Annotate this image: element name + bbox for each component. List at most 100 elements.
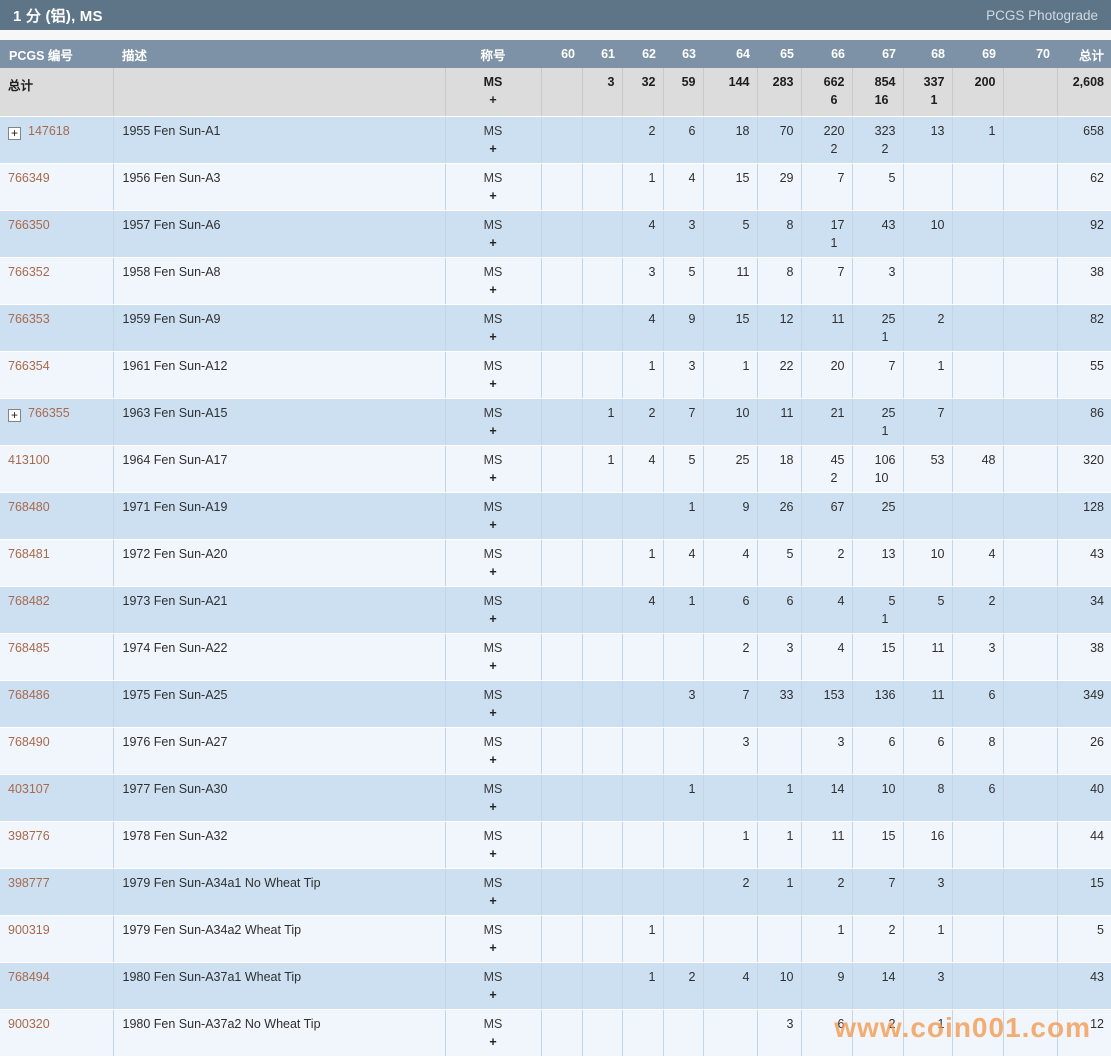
pcgs-number-link[interactable]: 403107 [8, 782, 50, 796]
grade-count: 136 [860, 688, 896, 702]
pcgs-number-link[interactable]: 900319 [8, 923, 50, 937]
designation-plus-label: + [453, 753, 534, 767]
pcgs-number-cell: 766349 [0, 163, 113, 210]
grade-64-cell: 1 [703, 821, 757, 868]
pcgs-number-link[interactable]: 768486 [8, 688, 50, 702]
grade-66-cell: 2 [801, 868, 852, 915]
grade-60-cell [541, 774, 582, 821]
grade-count: 4 [711, 970, 750, 984]
grade-count: 3 [960, 641, 996, 655]
grade-count: 3 [671, 218, 696, 232]
grade-64-cell: 4 [703, 962, 757, 1009]
col-header-description: 描述 [113, 40, 445, 68]
pcgs-number-link[interactable]: 768485 [8, 641, 50, 655]
grade-count: 7 [711, 688, 750, 702]
row-total-cell: 38 [1057, 257, 1111, 304]
grade-count: 14 [860, 970, 896, 984]
pcgs-number-link[interactable]: 766354 [8, 359, 50, 373]
grade-count: 6 [765, 594, 794, 608]
grade-65-cell: 8 [757, 257, 801, 304]
grade-70-cell [1003, 68, 1057, 116]
col-header-68: 68 [903, 40, 952, 68]
grade-67-cell: 13 [852, 539, 903, 586]
expand-icon[interactable]: + [8, 409, 21, 422]
grade-64-cell: 2 [703, 868, 757, 915]
grade-count: 21 [809, 406, 845, 420]
grade-count: 20 [809, 359, 845, 373]
grade-65-cell [757, 727, 801, 774]
grade-count: 2 [809, 547, 845, 561]
grade-60-cell [541, 915, 582, 962]
grade-68-cell: 1 [903, 1009, 952, 1056]
designation-cell: MS+ [445, 351, 541, 398]
coin-description: 1956 Fen Sun-A3 [113, 163, 445, 210]
grade-66-cell: 67 [801, 492, 852, 539]
grade-count: 7 [911, 406, 945, 420]
pcgs-number-link[interactable]: 147618 [28, 124, 70, 138]
coin-description: 1971 Fen Sun-A19 [113, 492, 445, 539]
designation-ms-label: MS [453, 406, 534, 420]
grade-count: 43 [860, 218, 896, 232]
designation-cell: MS+ [445, 962, 541, 1009]
designation-ms-label: MS [453, 124, 534, 138]
designation-plus-label: + [453, 330, 534, 344]
pcgs-number-link[interactable]: 768480 [8, 500, 50, 514]
grade-67-cell: 10610 [852, 445, 903, 492]
col-header-69: 69 [952, 40, 1003, 68]
designation-plus-label: + [453, 800, 534, 814]
pcgs-photograde-link[interactable]: PCGS Photograde [986, 8, 1098, 23]
pcgs-number-link[interactable]: 768482 [8, 594, 50, 608]
pcgs-number-link[interactable]: 768481 [8, 547, 50, 561]
grade-62-cell: 1 [622, 163, 663, 210]
grade-count: 13 [860, 547, 896, 561]
grade-66-cell: 171 [801, 210, 852, 257]
grade-61-cell [582, 304, 622, 351]
grade-62-cell: 1 [622, 351, 663, 398]
grade-63-cell [663, 868, 703, 915]
grade-60-cell [541, 680, 582, 727]
row-total-cell: 38 [1057, 633, 1111, 680]
grade-count: 8 [765, 218, 794, 232]
pcgs-number-cell: 398776 [0, 821, 113, 868]
pcgs-number-cell: 768485 [0, 633, 113, 680]
grade-65-cell: 6 [757, 586, 801, 633]
pcgs-number-link[interactable]: 398776 [8, 829, 50, 843]
grade-68-cell: 3 [903, 868, 952, 915]
grade-count: 6 [960, 688, 996, 702]
grade-65-cell: 5 [757, 539, 801, 586]
pcgs-number-link[interactable]: 766349 [8, 171, 50, 185]
grade-64-cell [703, 1009, 757, 1056]
designation-cell: MS+ [445, 210, 541, 257]
designation-plus-label: + [453, 706, 534, 720]
grade-62-cell [622, 633, 663, 680]
pcgs-number-link[interactable]: 766355 [28, 406, 70, 420]
designation-plus-label: + [453, 471, 534, 485]
designation-ms-label: MS [453, 782, 534, 796]
grade-count: 10 [711, 406, 750, 420]
grade-65-cell: 10 [757, 962, 801, 1009]
grade-62-cell [622, 1009, 663, 1056]
pcgs-number-link[interactable]: 413100 [8, 453, 50, 467]
pcgs-number-link[interactable]: 766352 [8, 265, 50, 279]
pcgs-number-link[interactable]: 900320 [8, 1017, 50, 1031]
grade-63-cell: 4 [663, 163, 703, 210]
grade-count: 26 [765, 500, 794, 514]
grade-64-cell: 1 [703, 351, 757, 398]
pcgs-number-link[interactable]: 766350 [8, 218, 50, 232]
designation-ms-label: MS [453, 453, 534, 467]
pcgs-number-link[interactable]: 766353 [8, 312, 50, 326]
pcgs-number-link[interactable]: 768490 [8, 735, 50, 749]
row-total-cell: 40 [1057, 774, 1111, 821]
grade-60-cell [541, 68, 582, 116]
grade-plus-count: 10 [860, 471, 889, 485]
row-total-cell: 55 [1057, 351, 1111, 398]
grade-count: 1 [590, 453, 615, 467]
grade-66-cell: 11 [801, 304, 852, 351]
grade-65-cell: 22 [757, 351, 801, 398]
grade-66-cell: 11 [801, 821, 852, 868]
grade-count: 3 [860, 265, 896, 279]
pcgs-number-link[interactable]: 398777 [8, 876, 50, 890]
pcgs-number-link[interactable]: 768494 [8, 970, 50, 984]
expand-icon[interactable]: + [8, 127, 21, 140]
grade-count: 4 [960, 547, 996, 561]
